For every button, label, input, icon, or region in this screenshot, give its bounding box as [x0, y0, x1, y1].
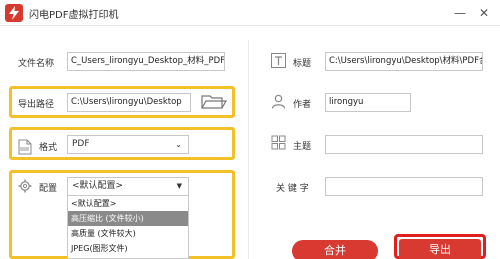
- config-option[interactable]: 高质量 (文件较大): [68, 226, 188, 241]
- title-text-icon: [271, 53, 286, 71]
- config-label: 配置: [39, 184, 58, 194]
- merge-button[interactable]: 合并: [292, 240, 378, 259]
- export-path-label: 导出路径: [18, 100, 55, 110]
- subject-label: 主题: [293, 142, 312, 152]
- user-icon: [271, 94, 286, 112]
- title-label: 标题: [293, 59, 312, 69]
- title-bar: 闪电PDF虚拟打印机 — ✕: [0, 0, 500, 26]
- dropdown-arrow-icon: ▼: [176, 182, 182, 190]
- window-title: 闪电PDF虚拟打印机: [29, 10, 119, 21]
- pdf-file-icon: [18, 139, 32, 158]
- config-dropdown-list: <默认配置> 高压缩比 (文件较小) 高质量 (文件较大) JPEG(图形文件): [67, 195, 189, 259]
- subject-field[interactable]: [325, 135, 483, 154]
- config-option-selected[interactable]: 高压缩比 (文件较小): [68, 211, 188, 226]
- config-select[interactable]: <默认配置> ▼: [67, 177, 189, 196]
- export-path-field[interactable]: C:\Users\lirongyu\Desktop: [67, 93, 191, 112]
- gear-icon: [18, 179, 32, 196]
- author-field[interactable]: lirongyu: [325, 93, 411, 112]
- chevron-down-icon: ⌄: [175, 140, 182, 149]
- config-select-value: <默认配置>: [72, 181, 124, 191]
- author-label: 作者: [293, 100, 312, 110]
- minimize-button[interactable]: —: [450, 3, 470, 23]
- grid-icon: [271, 135, 286, 153]
- format-select-value: PDF: [72, 139, 90, 149]
- format-select[interactable]: PDF ⌄: [67, 135, 189, 154]
- config-option[interactable]: <默认配置>: [68, 196, 188, 211]
- close-button[interactable]: ✕: [474, 3, 494, 23]
- title-field[interactable]: C:\Users\lirongyu\Desktop\材料\PDF合: [325, 52, 483, 71]
- format-label: 格式: [39, 143, 58, 153]
- filename-field[interactable]: C_Users_lirongyu_Desktop_材料_PDF转...: [67, 52, 225, 71]
- config-option[interactable]: JPEG(图形文件): [68, 241, 188, 256]
- keywords-field[interactable]: [325, 177, 483, 196]
- app-logo-icon: [5, 4, 23, 22]
- filename-label: 文件名称: [18, 59, 55, 69]
- column-divider: [248, 40, 249, 259]
- folder-browse-icon[interactable]: [200, 92, 228, 112]
- export-button[interactable]: 导出: [399, 239, 481, 259]
- keywords-label: 关 键 字: [276, 184, 309, 194]
